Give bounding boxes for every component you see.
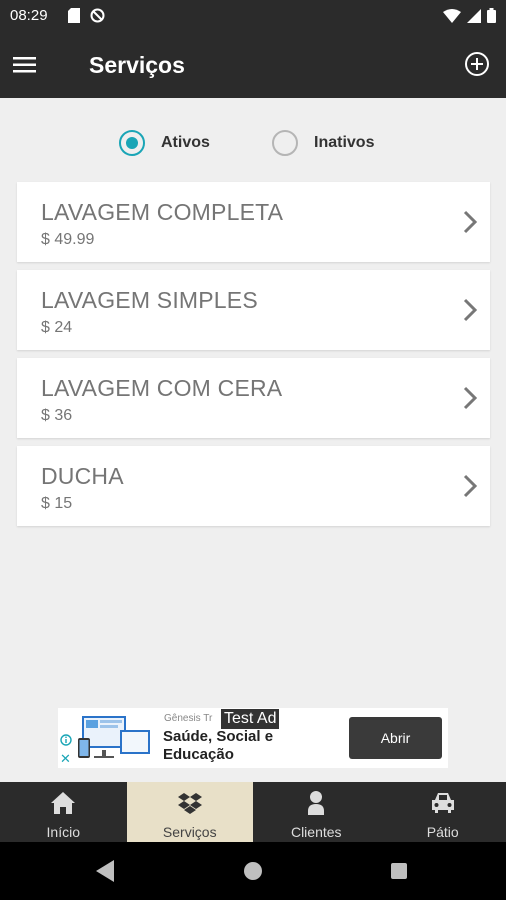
service-price: $ 24 — [41, 319, 73, 336]
nav-item-inicio[interactable]: Início — [0, 782, 127, 842]
status-filter: Ativos Inativos — [0, 130, 506, 160]
nav-item-patio[interactable]: Pátio — [380, 782, 506, 842]
service-price: $ 15 — [41, 495, 73, 512]
chevron-right-icon — [463, 210, 478, 234]
sd-card-icon — [68, 8, 80, 23]
dropbox-icon — [177, 793, 202, 814]
battery-icon — [487, 8, 496, 23]
radio-active-label: Ativos — [161, 134, 210, 151]
service-name: LAVAGEM COM CERA — [41, 375, 283, 401]
service-name: LAVAGEM COMPLETA — [41, 199, 284, 225]
system-navigation-bar — [0, 842, 506, 900]
service-card[interactable]: LAVAGEM COM CERA $ 36 — [17, 358, 490, 438]
nav-label: Início — [46, 824, 80, 840]
service-card[interactable]: LAVAGEM SIMPLES $ 24 — [17, 270, 490, 350]
ad-close-icon[interactable]: ✕ — [60, 751, 71, 767]
no-sync-icon — [90, 8, 105, 23]
recent-apps-icon[interactable] — [391, 863, 407, 879]
ad-info-icon[interactable] — [60, 734, 72, 746]
service-price: $ 36 — [41, 407, 73, 424]
app-bar: Serviços — [0, 32, 506, 98]
chevron-right-icon — [463, 386, 478, 410]
ad-open-button[interactable]: Abrir — [349, 717, 442, 759]
nav-label: Clientes — [290, 824, 342, 840]
add-circle-icon[interactable] — [464, 51, 490, 77]
radio-inactive-label: Inativos — [314, 134, 375, 151]
chevron-right-icon — [463, 298, 478, 322]
service-name: DUCHA — [41, 463, 124, 489]
home-button-icon[interactable] — [244, 862, 262, 880]
radio-checked-icon — [119, 130, 145, 156]
ad-banner[interactable]: ✕ Gênesis Tr Saúde, Social e Educação Te… — [58, 708, 448, 768]
car-icon — [431, 793, 454, 813]
service-price: $ 49.99 — [41, 231, 95, 248]
radio-inactive[interactable]: Inativos — [272, 130, 374, 156]
test-ad-label: Test Ad — [221, 709, 280, 729]
service-card[interactable]: LAVAGEM COMPLETA $ 49.99 — [17, 182, 490, 262]
ad-image — [78, 716, 150, 758]
nav-label: Pátio — [426, 824, 459, 840]
back-icon[interactable] — [96, 860, 114, 882]
radio-active[interactable]: Ativos — [119, 130, 210, 156]
nav-item-clientes[interactable]: Clientes — [253, 782, 380, 842]
status-bar: 08:29 — [0, 0, 506, 32]
page-title: Serviços — [89, 52, 185, 78]
nav-label: Serviços — [162, 824, 217, 840]
nav-item-servicos[interactable]: Serviços — [126, 782, 253, 842]
service-name: LAVAGEM SIMPLES — [41, 287, 258, 313]
chevron-right-icon — [463, 474, 478, 498]
wifi-icon — [443, 8, 461, 23]
radio-unchecked-icon — [272, 130, 298, 156]
menu-icon[interactable] — [12, 52, 38, 78]
status-time: 08:29 — [10, 7, 48, 24]
ad-headline: Saúde, Social e Educação — [163, 728, 274, 763]
home-icon — [51, 792, 76, 814]
bottom-navigation: Início Serviços Clientes Pátio — [0, 782, 506, 842]
service-card[interactable]: DUCHA $ 15 — [17, 446, 490, 526]
signal-icon — [467, 8, 481, 23]
person-icon — [308, 791, 325, 815]
ad-advertiser: Gênesis Tr — [164, 713, 213, 724]
